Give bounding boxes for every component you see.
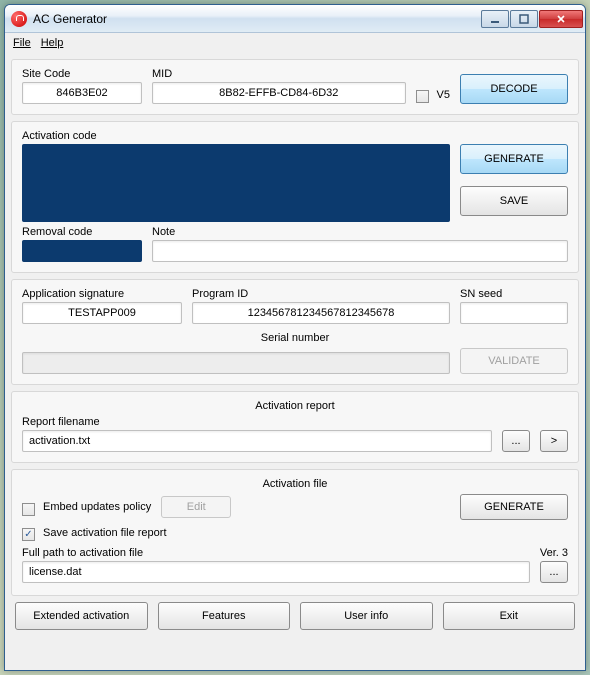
fullpath-browse-button[interactable]: ... [540,561,568,583]
content-area: Site Code MID V5 DECODE Activation code [5,53,585,670]
generate-button[interactable]: GENERATE [460,144,568,174]
save-report-checkbox[interactable] [22,528,35,541]
decode-group: Site Code MID V5 DECODE [11,59,579,115]
embed-label: Embed updates policy [43,501,151,513]
bottom-toolbar: Extended activation Features User info E… [11,602,579,630]
embed-checkbox[interactable] [22,503,35,516]
features-button[interactable]: Features [158,602,291,630]
minimize-button[interactable] [481,10,509,28]
activation-file-title: Activation file [22,478,568,490]
extended-activation-button[interactable]: Extended activation [15,602,148,630]
activation-code-label: Activation code [22,130,450,142]
site-code-label: Site Code [22,68,142,80]
note-input[interactable] [152,240,568,262]
mid-label: MID [152,68,406,80]
v5-label: V5 [437,89,450,101]
version-label: Ver. 3 [540,547,568,559]
activation-report-title: Activation report [22,400,568,412]
titlebar[interactable]: AC Generator [5,5,585,33]
validate-button[interactable]: VALIDATE [460,348,568,374]
activation-code-box[interactable] [22,144,450,222]
mid-input[interactable] [152,82,406,104]
sn-seed-label: SN seed [460,288,568,300]
menubar: File Help [5,33,585,53]
save-button[interactable]: SAVE [460,186,568,216]
site-code-input[interactable] [22,82,142,104]
note-label: Note [152,226,568,238]
app-signature-input[interactable] [22,302,182,324]
serial-number-label: Serial number [22,332,568,344]
sn-seed-input[interactable] [460,302,568,324]
fullpath-input[interactable] [22,561,530,583]
close-button[interactable] [539,10,583,28]
report-browse-button[interactable]: ... [502,430,530,452]
edit-button[interactable]: Edit [161,496,231,518]
decode-button[interactable]: DECODE [460,74,568,104]
window-title: AC Generator [33,12,481,26]
exit-button[interactable]: Exit [443,602,576,630]
file-generate-button[interactable]: GENERATE [460,494,568,520]
menu-file[interactable]: File [13,37,31,49]
fullpath-label: Full path to activation file [22,547,568,559]
menu-help[interactable]: Help [41,37,64,49]
signature-group: Application signature Program ID SN seed… [11,279,579,385]
save-report-label: Save activation file report [43,527,167,539]
app-icon [11,11,27,27]
app-signature-label: Application signature [22,288,182,300]
app-window: AC Generator File Help Site Code MID [4,4,586,671]
report-go-button[interactable]: > [540,430,568,452]
program-id-label: Program ID [192,288,450,300]
maximize-button[interactable] [510,10,538,28]
activation-file-group: Activation file Embed updates policy Edi… [11,469,579,596]
program-id-input[interactable] [192,302,450,324]
user-info-button[interactable]: User info [300,602,433,630]
removal-code-box[interactable] [22,240,142,262]
activation-report-group: Activation report Report filename ... > [11,391,579,463]
activation-code-group: Activation code GENERATE SAVE Removal co… [11,121,579,273]
v5-checkbox[interactable] [416,90,429,103]
removal-code-label: Removal code [22,226,142,238]
serial-number-input [22,352,450,374]
window-controls [481,10,583,28]
report-filename-input[interactable] [22,430,492,452]
report-filename-label: Report filename [22,416,568,428]
